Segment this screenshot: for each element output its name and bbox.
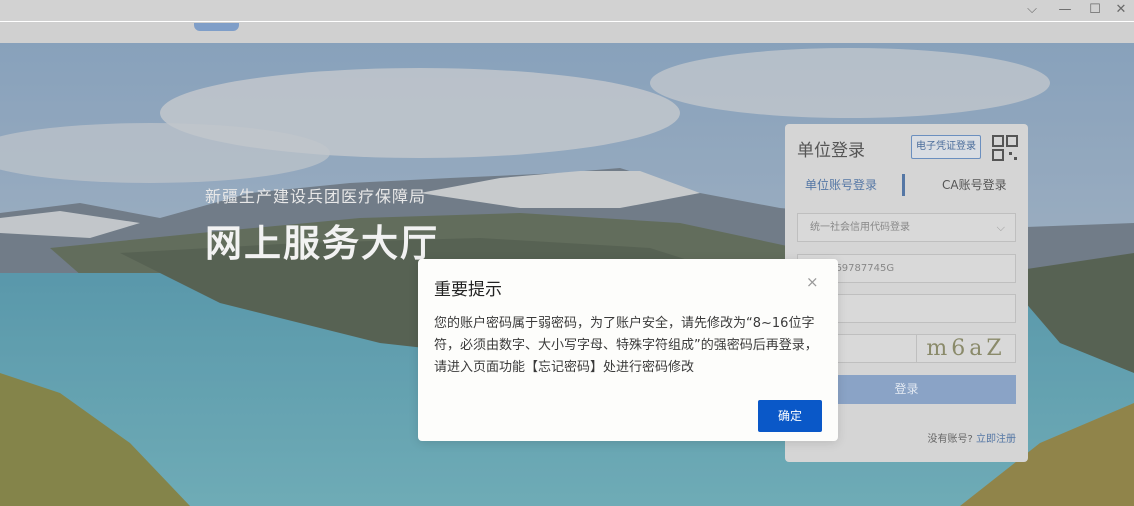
chevron-down-icon[interactable]: ⌵	[1017, 0, 1047, 22]
dialog-title: 重要提示	[434, 280, 502, 300]
important-notice-dialog: 重要提示 × 您的账户密码属于弱密码，为了账户安全，请先修改为“8~16位字符，…	[418, 259, 838, 441]
tab-unit-account[interactable]: 单位账号登录	[805, 176, 877, 193]
cert-login-button[interactable]: 电子凭证登录	[911, 135, 981, 159]
minimize-icon[interactable]: —	[1050, 0, 1080, 22]
nav-strip	[0, 23, 1134, 43]
chevron-down-icon: ⌵	[996, 221, 1005, 234]
confirm-button[interactable]: 确定	[758, 400, 822, 432]
login-type-select[interactable]: 统一社会信用代码登录 ⌵	[797, 213, 1016, 242]
register-link[interactable]: 立即注册	[976, 434, 1016, 445]
register-line: 没有账号? 立即注册	[928, 430, 1017, 445]
login-type-value: 统一社会信用代码登录	[810, 222, 910, 233]
window-titlebar: ⌵ — ☐ ✕	[0, 0, 1134, 22]
no-account-text: 没有账号?	[927, 434, 973, 445]
dialog-message: 您的账户密码属于弱密码，为了账户安全，请先修改为“8~16位字符，必须由数字、大…	[434, 316, 818, 375]
tab-ca-account[interactable]: CA账号登录	[942, 176, 1007, 193]
close-window-icon[interactable]: ✕	[1106, 0, 1134, 22]
close-icon[interactable]: ×	[806, 273, 819, 291]
qr-code-icon[interactable]	[991, 134, 1021, 164]
tab-divider	[902, 174, 905, 196]
hero-title: 网上服务大厅	[205, 222, 439, 265]
login-title: 单位登录	[797, 141, 865, 161]
hero-subtitle: 新疆生产建设兵团医疗保障局	[205, 187, 427, 206]
captcha-image[interactable]: m6aZ	[916, 334, 1016, 363]
nav-tab-active[interactable]	[194, 23, 239, 31]
